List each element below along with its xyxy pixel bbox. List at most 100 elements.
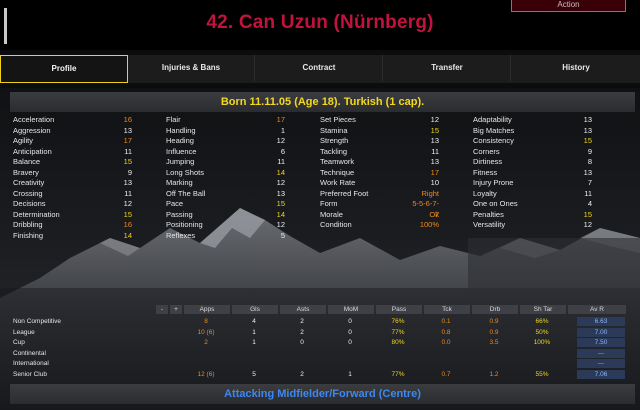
stats-row-label: International <box>13 360 49 367</box>
attribute-row: Long Shots 14 <box>163 167 315 178</box>
attribute-label: Determination <box>13 209 60 219</box>
attribute-value: 17 <box>123 136 132 145</box>
attribute-value: 11 <box>124 146 132 156</box>
attribute-row: Heading 12 <box>163 135 315 146</box>
attribute-row: Loyalty 11 <box>470 188 622 199</box>
attribute-row: Bravery 9 <box>10 167 162 178</box>
attribute-value: 15 <box>276 199 285 208</box>
attribute-label: Loyalty <box>473 188 497 198</box>
stats-row: Cup 2 1 0 0 80% 0.0 3.5 100% 7.50 <box>8 338 638 348</box>
stats-row-label: Senior Club <box>13 370 47 378</box>
stats-cell: 77% <box>391 370 405 378</box>
stats-cell: 0.1 <box>441 318 451 325</box>
attribute-label: Corners <box>473 146 500 156</box>
stats-row-label: League <box>13 328 35 336</box>
tab-profile[interactable]: Profile <box>0 55 128 83</box>
attribute-row: Determination 15 <box>10 209 162 220</box>
attribute-label: Reflexes <box>166 230 196 240</box>
attribute-label: Finishing <box>13 230 44 240</box>
attribute-label: One on Ones <box>473 199 518 208</box>
stats-cell: 76% <box>391 318 405 325</box>
stats-row-label: Non Competitive <box>13 318 62 325</box>
stats-cell: 0 <box>348 318 352 325</box>
attribute-row: Strength 13 <box>317 135 469 146</box>
stats-cell: 5 <box>252 370 256 378</box>
stats-row: Senior Club 12 (6) 5 2 1 77% 0.7 1.2 55% 7.06 <box>8 369 638 380</box>
attribute-row: Stamina 15 <box>317 125 469 136</box>
attribute-row: Big Matches 13 <box>470 125 622 136</box>
tab-injuries-bans[interactable]: Injuries & Bans <box>128 55 255 81</box>
attribute-row: Balance 15 <box>10 156 162 167</box>
attribute-value: Right <box>421 188 439 198</box>
average-rating: --- <box>577 348 625 358</box>
attribute-label: Heading <box>166 136 194 145</box>
attribute-label: Marking <box>166 178 193 187</box>
stats-cell: 77% <box>391 328 405 336</box>
attribute-value: 12 <box>430 115 439 124</box>
attribute-row: Acceleration 16 <box>10 114 162 125</box>
attribute-label: Preferred Foot <box>320 188 369 198</box>
attribute-row: Condition 100% <box>317 219 469 230</box>
attribute-value: 7 <box>587 178 592 187</box>
stats-cell: 3.5 <box>489 339 499 346</box>
attribute-label: Dribbling <box>13 220 43 229</box>
attribute-value: 100% <box>419 220 439 229</box>
tab-contract[interactable]: Contract <box>256 55 383 81</box>
attribute-label: Set Pieces <box>320 115 356 124</box>
attribute-row: Dribbling 16 <box>10 219 162 230</box>
stats-cell: 1.2 <box>489 370 499 378</box>
attribute-value: 12 <box>583 220 592 229</box>
stats-header-sh-tar: Sh Tar <box>520 305 566 314</box>
tab-transfer[interactable]: Transfer <box>384 55 511 81</box>
stats-header-tck: Tck <box>424 305 470 314</box>
attribute-value: 13 <box>123 125 132 135</box>
attribute-value: 14 <box>276 167 285 177</box>
attribute-row: One on Ones 4 <box>470 198 622 209</box>
attribute-value: 17 <box>276 115 285 124</box>
stats-cell: 0 <box>348 339 352 346</box>
attribute-label: Dirtiness <box>473 157 503 166</box>
stats-header-plus[interactable]: + <box>170 305 182 314</box>
attribute-value: 12 <box>276 136 285 145</box>
attribute-label: Positioning <box>166 220 203 229</box>
stats-cell: 8 <box>204 318 208 325</box>
attribute-row: Off The Ball 13 <box>163 188 315 199</box>
attribute-label: Versatility <box>473 220 506 229</box>
attribute-label: Fitness <box>473 167 498 177</box>
average-rating: 6.63 <box>577 317 625 326</box>
stats-cell: 4 <box>252 318 256 325</box>
stats-cell: 1 <box>348 370 352 378</box>
attribute-row: Creativity 13 <box>10 177 162 188</box>
attribute-label: Consistency <box>473 136 514 145</box>
attribute-label: Decisions <box>13 199 46 208</box>
attribute-value: 14 <box>276 209 285 219</box>
attribute-row: Adaptability 13 <box>470 114 622 125</box>
stats-row-label: Cup <box>13 339 25 346</box>
stats-header-av-r: Av R <box>568 305 626 314</box>
attribute-value: 12 <box>276 220 285 229</box>
attribute-label: Form <box>320 199 338 208</box>
attribute-row: Crossing 11 <box>10 188 162 199</box>
attribute-row: Technique 17 <box>317 167 469 178</box>
stats-row: League 10 (6) 1 2 0 77% 0.8 0.9 50% 7.00 <box>8 327 638 338</box>
attribute-label: Stamina <box>320 125 348 135</box>
attribute-label: Jumping <box>166 157 195 166</box>
stats-cell: 0.0 <box>441 339 451 346</box>
attribute-value: 17 <box>430 167 439 177</box>
tab-history[interactable]: History <box>512 55 640 81</box>
action-button[interactable]: Action <box>511 0 626 12</box>
attribute-value: 15 <box>430 125 439 135</box>
stats-cell: 55% <box>535 370 549 378</box>
stats-cell: 0.9 <box>489 328 499 336</box>
attribute-row: Pace 15 <box>163 198 315 209</box>
attribute-value: 11 <box>431 146 439 156</box>
stats-header-mom: MoM <box>328 305 374 314</box>
attribute-label: Off The Ball <box>166 188 206 198</box>
stats-header-minus[interactable]: - <box>156 305 168 314</box>
attribute-value: 8 <box>587 157 592 166</box>
attribute-value: 15 <box>583 209 592 219</box>
attribute-row: Injury Prone 7 <box>470 177 622 188</box>
stats-cell: 12 (6) <box>197 370 215 378</box>
player-role: Attacking Midfielder/Forward (Centre) <box>10 384 635 404</box>
born-info: Born 11.11.05 (Age 18). Turkish (1 cap). <box>10 92 635 112</box>
